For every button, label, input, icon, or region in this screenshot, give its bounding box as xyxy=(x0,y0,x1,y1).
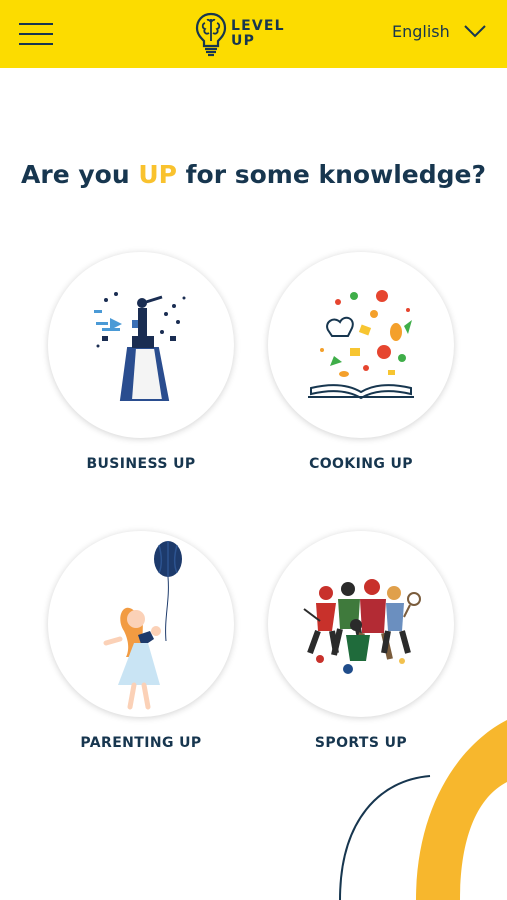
category-card-parenting[interactable]: PARENTING UP xyxy=(41,531,241,751)
menu-line xyxy=(19,33,53,35)
page-headline: Are you UP for some knowledge? xyxy=(0,160,507,189)
logo-line-1: LEVEL xyxy=(231,18,285,34)
category-card-sports[interactable]: SPORTS UP xyxy=(261,531,461,751)
category-circle xyxy=(268,252,454,438)
businessman-on-book-illustration xyxy=(94,292,186,401)
category-circle xyxy=(48,252,234,438)
hamburger-menu-icon[interactable] xyxy=(19,21,55,49)
category-circle xyxy=(268,531,454,717)
category-card-business[interactable]: BUSINESS UP xyxy=(41,252,241,472)
menu-line xyxy=(19,23,53,25)
logo-line-2: UP xyxy=(231,33,256,49)
language-label: English xyxy=(392,22,450,41)
category-label: PARENTING UP xyxy=(80,735,202,751)
category-label: BUSINESS UP xyxy=(86,456,196,472)
chevron-down-icon xyxy=(464,25,486,38)
menu-line xyxy=(19,43,53,45)
category-label: COOKING UP xyxy=(309,456,413,472)
category-card-cooking[interactable]: COOKING UP xyxy=(261,252,461,472)
headline-prefix: Are you xyxy=(21,160,139,189)
logo-wordmark: LEVEL UP xyxy=(231,19,285,49)
category-circle xyxy=(48,531,234,717)
woman-with-balloon-illustration xyxy=(103,541,182,710)
level-up-logo[interactable]: LEVEL UP xyxy=(194,11,285,57)
headline-accent: UP xyxy=(138,160,177,189)
decorative-arcs xyxy=(339,720,507,900)
top-bar: LEVEL UP English xyxy=(0,0,507,68)
brain-lightbulb-icon xyxy=(195,12,227,57)
headline-suffix: for some knowledge? xyxy=(176,160,486,189)
open-book-food-illustration xyxy=(308,290,414,400)
language-selector[interactable]: English xyxy=(392,22,486,41)
athletes-group-illustration xyxy=(303,579,421,674)
